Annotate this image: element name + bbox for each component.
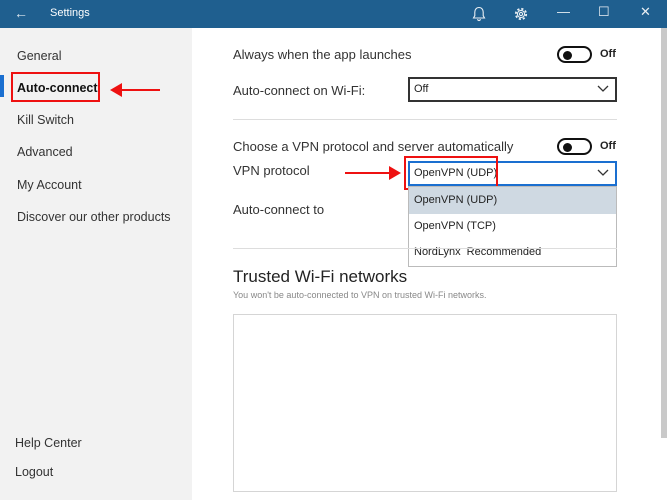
title-bar: ← Settings — ☐ ✕	[0, 0, 667, 28]
vpn-protocol-label: VPN protocol	[233, 163, 310, 178]
trusted-networks-subtitle: You won't be auto-connected to VPN on tr…	[233, 290, 487, 300]
settings-panel: Always when the app launches Off Auto-co…	[192, 28, 667, 500]
back-arrow-icon[interactable]: ←	[14, 5, 28, 21]
dropdown-option-openvpn-udp[interactable]: OpenVPN (UDP)	[409, 187, 616, 214]
minimize-button[interactable]: —	[557, 4, 570, 19]
gear-icon[interactable]	[513, 6, 529, 22]
vpn-protocol-dropdown: OpenVPN (UDP) OpenVPN (TCP) NordLynx Reco…	[408, 186, 617, 267]
always-launch-toggle[interactable]	[557, 46, 592, 63]
sidebar: General Auto-connect Kill Switch Advance…	[0, 28, 192, 500]
section-divider	[233, 119, 617, 120]
auto-protocol-toggle[interactable]	[557, 138, 592, 155]
trusted-networks-list[interactable]	[233, 314, 617, 492]
annotation-arrow-icon	[110, 83, 160, 97]
active-indicator	[0, 75, 4, 97]
auto-protocol-label: Choose a VPN protocol and server automat…	[233, 139, 514, 154]
sidebar-item-kill-switch[interactable]: Kill Switch	[17, 113, 74, 127]
annotation-highlight-box	[11, 72, 100, 102]
chevron-down-icon	[597, 85, 609, 92]
annotation-highlight-box	[404, 156, 498, 190]
close-button[interactable]: ✕	[640, 4, 651, 20]
annotation-arrow-icon	[345, 166, 401, 180]
sidebar-item-general[interactable]: General	[17, 49, 61, 63]
trusted-networks-title: Trusted Wi-Fi networks	[233, 267, 408, 286]
auto-protocol-state: Off	[600, 140, 616, 152]
scrollbar[interactable]	[661, 28, 667, 438]
autoconnect-wifi-label: Auto-connect on Wi-Fi:	[233, 83, 366, 98]
bell-icon[interactable]	[472, 6, 486, 22]
sidebar-item-my-account[interactable]: My Account	[17, 178, 82, 192]
maximize-button[interactable]: ☐	[598, 4, 610, 20]
always-launch-state: Off	[600, 48, 616, 60]
dropdown-option-nordlynx[interactable]: NordLynx Recommended	[409, 239, 616, 266]
autoconnect-to-label: Auto-connect to	[233, 202, 325, 217]
autoconnect-wifi-value: Off	[414, 83, 429, 95]
chevron-down-icon	[597, 169, 609, 176]
section-divider	[233, 248, 617, 249]
sidebar-item-advanced[interactable]: Advanced	[17, 145, 73, 159]
sidebar-item-discover[interactable]: Discover our other products	[17, 210, 171, 224]
always-launch-label: Always when the app launches	[233, 47, 412, 62]
help-center-link[interactable]: Help Center	[15, 436, 82, 450]
dropdown-option-openvpn-tcp[interactable]: OpenVPN (TCP)	[409, 213, 616, 240]
autoconnect-wifi-select[interactable]: Off	[408, 77, 617, 102]
logout-link[interactable]: Logout	[15, 465, 53, 479]
window-title: Settings	[50, 7, 90, 19]
